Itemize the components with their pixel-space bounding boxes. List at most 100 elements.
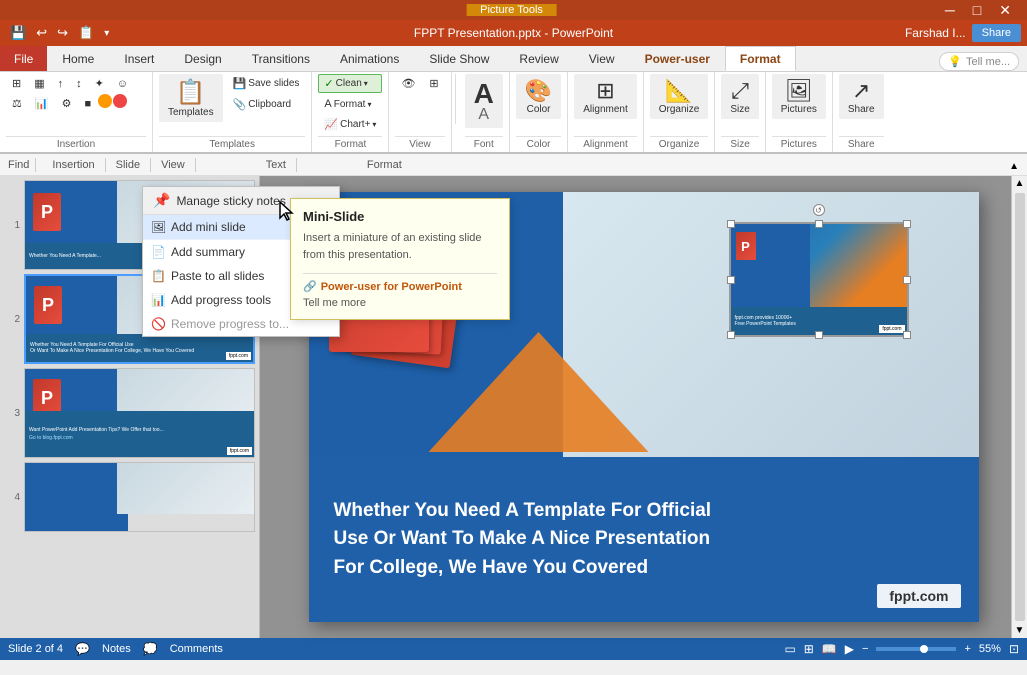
gear-icon: ⚙ — [62, 97, 72, 110]
slide-sorter-btn[interactable]: ⊞ — [804, 642, 814, 656]
alignment-btn[interactable]: ⊞ Alignment — [574, 74, 636, 119]
tab-design[interactable]: Design — [169, 46, 236, 71]
star-icon: ✦ — [95, 77, 104, 90]
maximize-btn[interactable]: □ — [965, 0, 989, 21]
templates-icon: 📋 — [176, 78, 206, 107]
font-label: Font — [465, 136, 503, 150]
tooltip-links: 🔗 Power-user for PowerPoint Tell me more — [303, 273, 497, 309]
power-user-link[interactable]: Power-user for PowerPoint — [321, 281, 462, 293]
grid-ribbon-btn[interactable]: ⊞ — [423, 74, 444, 93]
close-btn[interactable]: ✕ — [991, 0, 1019, 21]
templates-btn[interactable]: 📋 Manage sticky notes Templates — [159, 74, 223, 122]
zoom-level[interactable]: 55% — [979, 643, 1001, 655]
insert-shape-btn[interactable]: ⊞ — [6, 74, 27, 93]
slide-info: Slide 2 of 4 — [8, 643, 63, 655]
handle-tl[interactable] — [727, 220, 735, 228]
zoom-plus[interactable]: + — [964, 643, 970, 655]
rotate-handle[interactable]: ↺ — [813, 204, 825, 216]
insert-grid-btn[interactable]: ▦ — [28, 74, 50, 93]
quick-access-toolbar: 💾 ↩ ↪ 📋 ▾ — [6, 23, 113, 43]
redo-btn[interactable]: ↪ — [53, 23, 72, 43]
slide1-p-icon: P — [33, 193, 61, 231]
bar-sep2 — [105, 158, 106, 172]
notes-label[interactable]: Notes — [102, 643, 131, 655]
insert-c2[interactable] — [113, 94, 127, 108]
slide-thumb-3[interactable]: 3 P Want PowerPoint Add Presentation Tip… — [0, 368, 259, 458]
insert-smiley[interactable]: ☺ — [111, 74, 134, 93]
insert-arr1[interactable]: ↑ — [52, 74, 70, 93]
handle-tm[interactable] — [815, 220, 823, 228]
present-btn[interactable]: 📋 — [74, 23, 98, 43]
templates-group-label: Templates — [159, 136, 305, 150]
size-btn[interactable]: ⤢ Size — [721, 74, 758, 119]
insert-scale[interactable]: ⚖ — [6, 94, 28, 113]
insert-arr2[interactable]: ↕ — [70, 74, 88, 93]
tell-more-link[interactable]: Tell me more — [303, 297, 497, 309]
pictures-btn[interactable]: 🖼 Pictures — [772, 74, 826, 119]
tab-transitions[interactable]: Transitions — [237, 46, 325, 71]
scroll-right-btn[interactable]: ▲ — [1009, 161, 1019, 172]
group-organize: 📐 Organize Organize — [644, 72, 716, 152]
scroll-down-btn[interactable]: ▼ — [1013, 623, 1027, 638]
zoom-slider[interactable] — [876, 647, 956, 651]
format-dropdown-icon: ▾ — [367, 100, 371, 109]
handle-bm[interactable] — [815, 331, 823, 339]
organize-icon: 📐 — [665, 78, 692, 104]
normal-view-btn[interactable]: ▭ — [784, 642, 795, 656]
view-group-label: View — [395, 136, 444, 150]
fit-slide-btn[interactable]: ⊡ — [1009, 642, 1019, 656]
clipboard-btn[interactable]: 📎 Clipboard — [227, 95, 306, 114]
chartplus-dd-icon: ▾ — [372, 120, 376, 129]
group-alignment: ⊞ Alignment Alignment — [568, 72, 643, 152]
chart-plus-btn[interactable]: 📈 Chart+ ▾ — [318, 115, 382, 134]
undo-btn[interactable]: ↩ — [32, 23, 51, 43]
handle-tr[interactable] — [903, 220, 911, 228]
check-icon: ✓ — [324, 77, 333, 90]
zoom-minus[interactable]: − — [862, 643, 868, 655]
scroll-thumb[interactable] — [1015, 193, 1025, 621]
tab-insert[interactable]: Insert — [109, 46, 169, 71]
comments-label[interactable]: Comments — [170, 643, 223, 655]
tab-home[interactable]: Home — [47, 46, 109, 71]
save-slides-btn[interactable]: 💾 Save slides — [227, 74, 306, 93]
insert-chart[interactable]: 📊 — [29, 94, 55, 113]
tab-review[interactable]: Review — [504, 46, 573, 71]
scroll-up-btn[interactable]: ▲ — [1013, 176, 1027, 191]
format-btn-ribbon[interactable]: A Format ▾ — [318, 95, 382, 113]
insert-gear[interactable]: ⚙ — [56, 94, 78, 113]
tab-format[interactable]: Format — [725, 46, 796, 71]
tell-me-box[interactable]: 💡 Tell me... — [939, 52, 1019, 71]
insert-sq[interactable]: ■ — [78, 94, 97, 113]
user-label[interactable]: Farshad I... — [905, 26, 966, 40]
ctx-remove-label: Remove progress to... — [171, 317, 289, 331]
handle-bl[interactable] — [727, 331, 735, 339]
save-qat-btn[interactable]: 💾 — [6, 23, 30, 43]
share-button[interactable]: Share — [972, 24, 1021, 42]
clean-btn[interactable]: ✓ Clean ▾ — [318, 74, 382, 93]
scrollbar-right[interactable]: ▲ ▼ — [1011, 176, 1027, 638]
lightbulb-icon: 💡 — [948, 55, 962, 68]
tab-poweruser[interactable]: Power-user — [630, 46, 725, 71]
slide-thumb-4[interactable]: 4 — [0, 462, 259, 532]
mini-slide-box[interactable]: P fppt.com provides 10000+Free PowerPoin… — [729, 222, 909, 337]
reading-view-btn[interactable]: 📖 — [822, 642, 837, 656]
slideshow-btn[interactable]: ▶ — [845, 642, 854, 656]
share-ribbon-btn[interactable]: ↗ Share — [839, 74, 884, 119]
handle-br[interactable] — [903, 331, 911, 339]
handle-ml[interactable] — [727, 276, 735, 284]
organize-btn[interactable]: 📐 Organize — [650, 74, 709, 119]
font-btn[interactable]: A A — [465, 74, 503, 128]
insert-star[interactable]: ✦ — [89, 74, 110, 93]
handle-mr[interactable] — [903, 276, 911, 284]
tab-view[interactable]: View — [574, 46, 630, 71]
qat-dropdown[interactable]: ▾ — [100, 26, 113, 41]
tab-slideshow[interactable]: Slide Show — [414, 46, 504, 71]
insert-c1[interactable] — [98, 94, 112, 108]
tab-file[interactable]: File — [0, 46, 47, 71]
ribbon-tab-bar: File Home Insert Design Transitions Anim… — [0, 46, 1027, 72]
tab-animations[interactable]: Animations — [325, 46, 414, 71]
summary-icon: 📄 — [151, 245, 166, 259]
minimize-btn[interactable]: ─ — [937, 0, 963, 21]
view-ribbon-btn[interactable]: 👁 — [395, 74, 421, 93]
color-ribbon-btn[interactable]: 🎨 Color — [516, 74, 561, 119]
